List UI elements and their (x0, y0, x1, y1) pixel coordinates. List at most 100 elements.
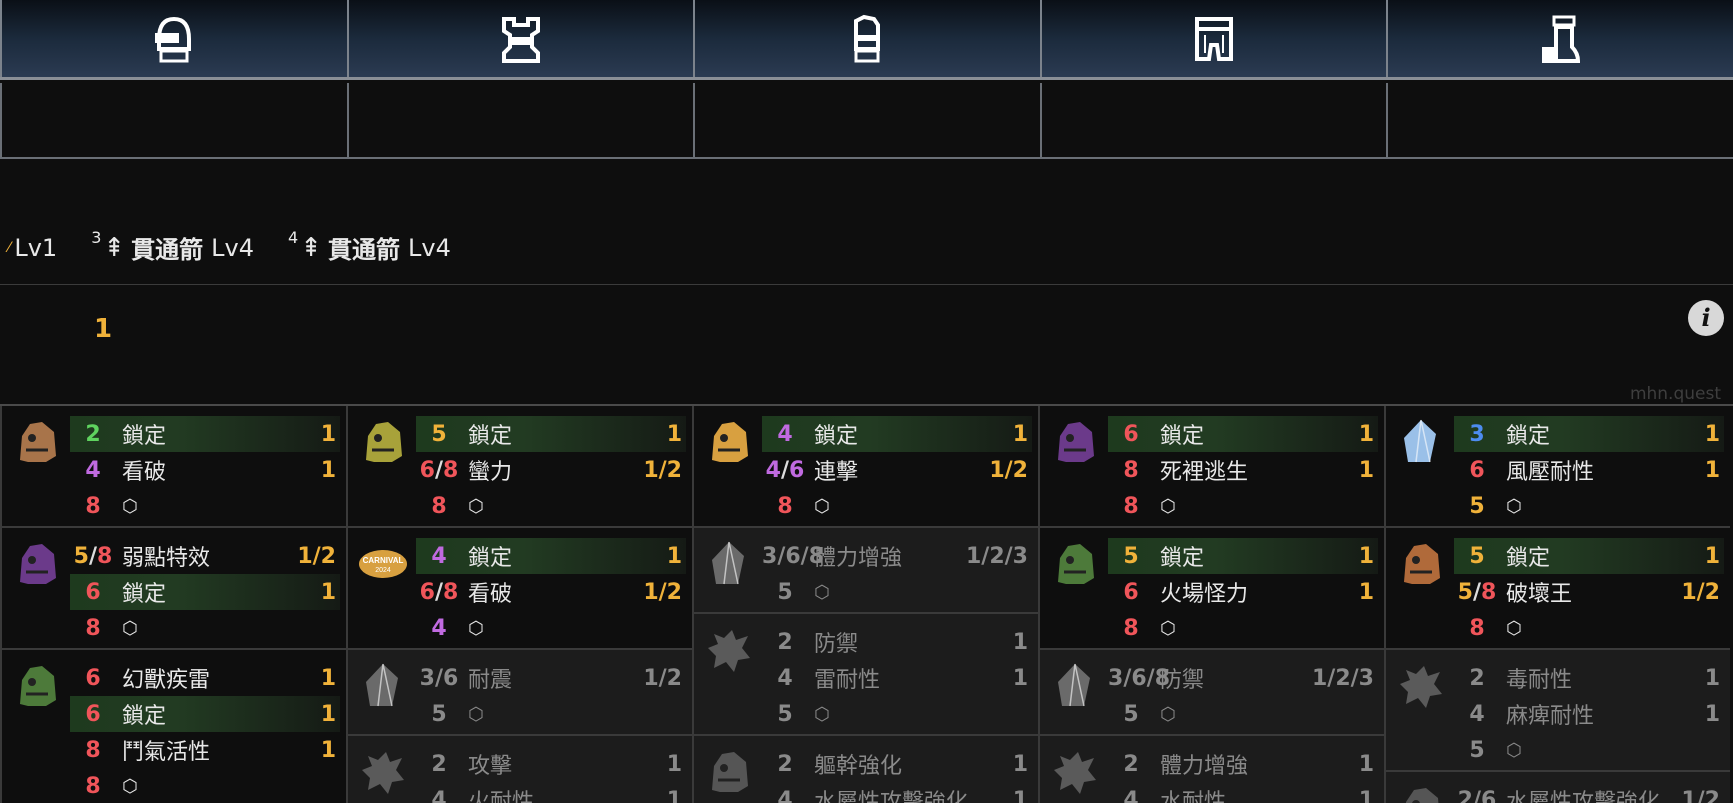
rarity-value: 2 (1108, 752, 1154, 777)
skill-level: 1 (666, 421, 682, 447)
skill-level: 1 (1704, 665, 1720, 691)
armor-card[interactable]: 4 鎖定 1 4/6 連擊 1/2 8 ⬡ (694, 406, 1038, 528)
armor-card[interactable]: CARNIVAL 2024 4 鎖定 1 6/8 看破 1/2 4 ⬡ (348, 528, 692, 650)
skill-level: 1 (320, 737, 336, 763)
armor-card[interactable]: 2/6 水屬性攻擊強化 1/2 (1386, 772, 1730, 803)
decoration-slot-icon: ⬡ (468, 617, 484, 639)
rarity-value: 5/8 (70, 544, 116, 569)
rarity-number: 6 (85, 579, 101, 605)
armor-column: 3 鎖定 1 6 風壓耐性 1 5 ⬡ 5 鎖定 1 5/8 破壞王 1/2 8 ⬡ 2 毒耐性 1 4 麻痺耐性 1 5 ⬡… (1384, 406, 1730, 803)
armor-card[interactable]: 6 幻獸疾雷 1 6 鎖定 1 8 鬥氣活性 1 8 ⬡ (2, 650, 346, 803)
helmet-slot[interactable] (0, 0, 347, 77)
skill-level: 1/2/3 (966, 543, 1028, 569)
skill-name: 鎖定 (122, 424, 167, 449)
armor-card[interactable]: 2 體力增強 1 4 水耐性 1 (1040, 736, 1384, 803)
armor-card[interactable]: 2 軀幹強化 1 4 水屬性攻擊強化 1 (694, 736, 1038, 803)
armor-card[interactable]: 2 防禦 1 4 雷耐性 1 5 ⬡ (694, 614, 1038, 736)
armor-card[interactable]: 5/8 弱點特效 1/2 6 鎖定 1 8 ⬡ (2, 528, 346, 650)
waist-slot[interactable] (1039, 0, 1387, 77)
info-icon[interactable]: i (1688, 300, 1724, 336)
rarity-value: 8 (70, 494, 116, 519)
slot-row: 5 ⬡ (1108, 696, 1378, 732)
legs-slot[interactable] (1386, 0, 1733, 77)
skill-level: 1 (666, 787, 682, 803)
skill-level: 1 (320, 457, 336, 483)
rarity-number: 5 (431, 701, 447, 727)
skill-row: 4 雷耐性 1 (762, 660, 1032, 696)
skill-entry[interactable]: 3 ⇞ 貫通箭 Lv4 (91, 228, 254, 265)
skill-row: 2 攻擊 1 (416, 746, 686, 782)
armor-card[interactable]: 3/6/8 體力增強 1/2/3 5 ⬡ (694, 528, 1038, 614)
rarity-value: 4 (416, 616, 462, 641)
armor-card[interactable]: 2 攻擊 1 4 火耐性 1 (348, 736, 692, 803)
skill-level: 1 (1358, 751, 1374, 777)
monster-thumb (704, 416, 754, 468)
armor-card[interactable]: 5 鎖定 1 6/8 蠻力 1/2 8 ⬡ (348, 406, 692, 528)
skill-row: 5/8 破壞王 1/2 (1454, 574, 1724, 610)
skill-name: 貫通箭 (328, 236, 400, 264)
rarity-number: 5 (777, 579, 793, 605)
armor-card[interactable]: 2 毒耐性 1 4 麻痺耐性 1 5 ⬡ (1386, 650, 1730, 772)
skill-row: 2/6 水屬性攻擊強化 1/2 (1454, 782, 1724, 803)
rarity-number: 2 (1457, 787, 1473, 803)
count-value: 1 (94, 314, 113, 344)
skill-level: 1 (1704, 457, 1720, 483)
skill-level: 1/2 (1681, 787, 1720, 803)
rarity-value: 5 (762, 702, 808, 727)
armor-card[interactable]: 5 鎖定 1 5/8 破壞王 1/2 8 ⬡ (1386, 528, 1730, 650)
skill-level: 1 (1704, 543, 1720, 569)
skill-row: 5/8 弱點特效 1/2 (70, 538, 340, 574)
skill-name: 連擊 (814, 460, 859, 485)
separator: / (780, 457, 790, 483)
skill-level: 1 (320, 421, 336, 447)
skill-level: 1/2 (643, 457, 682, 483)
skill-level: 1/2/3 (1312, 665, 1374, 691)
decoration-slot[interactable] (0, 83, 347, 157)
rarity-number: 8 (1469, 615, 1485, 641)
rarity-value: 5 (762, 580, 808, 605)
skill-row: 3 鎖定 1 (1454, 416, 1724, 452)
armor-card[interactable]: 3/6/8 防禦 1/2/3 5 ⬡ (1040, 650, 1384, 736)
gauntlet-slot[interactable] (693, 0, 1040, 77)
rarity-number: 3 (419, 665, 435, 691)
decoration-slot-icon: ⬡ (814, 495, 830, 517)
armor-card[interactable]: 6 鎖定 1 8 死裡逃生 1 8 ⬡ (1040, 406, 1384, 528)
skill-name: 水屬性攻擊強化 (814, 790, 969, 803)
skill-row: 6 風壓耐性 1 (1454, 452, 1724, 488)
slot-row: 8 ⬡ (1454, 610, 1724, 646)
rarity-value: 8 (762, 494, 808, 519)
monster-thumb (1396, 782, 1446, 803)
separator: / (434, 457, 444, 483)
armor-card[interactable]: 3 鎖定 1 6 風壓耐性 1 5 ⬡ (1386, 406, 1730, 528)
separator: / (1472, 579, 1482, 605)
rarity-value: 6 (1454, 458, 1500, 483)
slot-row: 8 ⬡ (1108, 610, 1378, 646)
chest-slot[interactable] (346, 0, 694, 77)
decoration-slot-icon: ⬡ (1506, 495, 1522, 517)
rarity-number: 4 (777, 421, 793, 447)
decoration-slot[interactable] (346, 83, 694, 157)
skill-entry[interactable]: 4 ⇞ 貫通箭 Lv4 (288, 228, 451, 265)
skill-slot-number: 4 (288, 228, 299, 247)
armor-card[interactable]: 5 鎖定 1 6 火場怪力 1 8 ⬡ (1040, 528, 1384, 650)
decoration-slot[interactable] (1386, 83, 1733, 157)
armor-card[interactable]: 3/6 耐震 1/2 5 ⬡ (348, 650, 692, 736)
armor-card[interactable]: 2 鎖定 1 4 看破 1 8 ⬡ (2, 406, 346, 528)
skill-row: 5 鎖定 1 (416, 416, 686, 452)
skill-row: 2 鎖定 1 (70, 416, 340, 452)
monster-thumb (1396, 538, 1446, 590)
monster-thumb (12, 660, 62, 712)
skill-row: 4 看破 1 (70, 452, 340, 488)
crystal-thumb (358, 660, 408, 712)
skill-name: 看破 (468, 582, 513, 607)
rarity-value: 5 (1454, 544, 1500, 569)
decoration-slot[interactable] (693, 83, 1040, 157)
carnival-2024-badge: CARNIVAL 2024 (358, 538, 408, 590)
rarity-value: 2 (762, 630, 808, 655)
rarity-number: 4 (1123, 787, 1139, 803)
rarity-number: 8 (97, 543, 113, 569)
rarity-number: 4 (765, 457, 781, 483)
rarity-value: 5/8 (1454, 580, 1500, 605)
rarity-number: 8 (431, 493, 447, 519)
decoration-slot[interactable] (1039, 83, 1387, 157)
